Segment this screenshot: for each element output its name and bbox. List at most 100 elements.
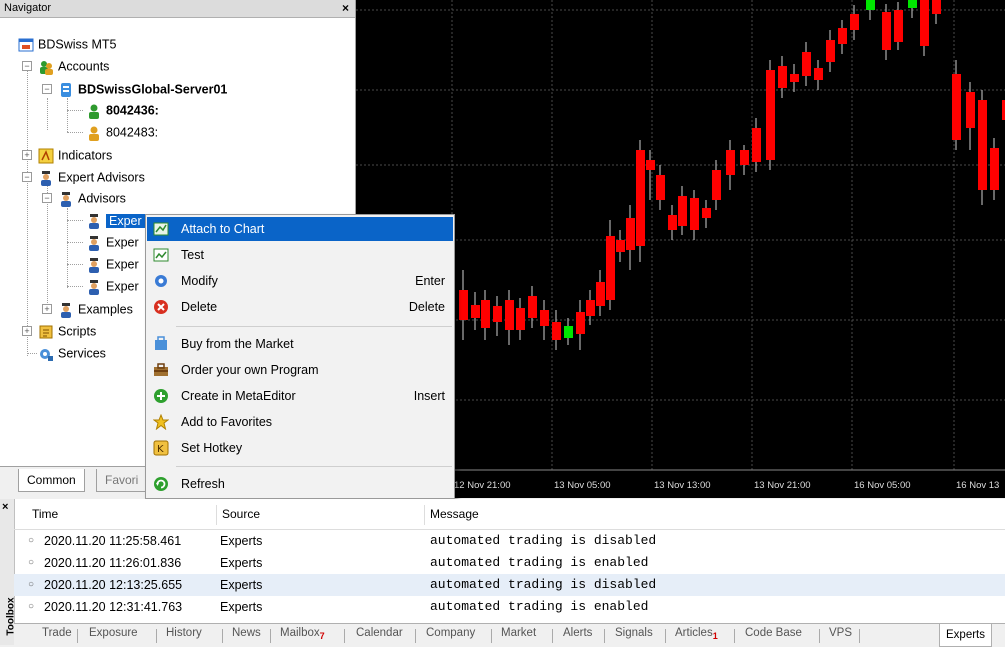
tab-news[interactable]: News [232, 627, 261, 639]
tree-item-bdswiss-mt5[interactable]: BDSwiss MT5 [18, 34, 116, 54]
column-separator[interactable] [216, 505, 217, 525]
tab-separator [344, 629, 345, 643]
collapse-toggle[interactable]: − [22, 61, 32, 71]
tree-item-examples[interactable]: Examples [58, 299, 133, 319]
time-axis-label: 12 Nov 21:00 [454, 480, 511, 491]
candle-body [726, 150, 735, 175]
candle-body [552, 322, 561, 340]
menu-item-create-in-metaeditor[interactable]: Create in MetaEditor Insert [147, 384, 453, 408]
toolbox-side-bar: × Toolbox [0, 499, 17, 645]
tree-line [47, 185, 48, 309]
tree-item-expert-1[interactable]: Exper [86, 210, 145, 230]
tab-company[interactable]: Company [426, 627, 475, 639]
tab-experts[interactable]: Experts [939, 624, 992, 647]
expert-icon [86, 279, 102, 295]
delete-icon [153, 299, 169, 315]
collapse-toggle[interactable]: − [22, 172, 32, 182]
candle-body [838, 28, 847, 44]
log-time: 2020.11.20 11:26:01.836 [44, 556, 182, 570]
tree-item-expert-2[interactable]: Exper [86, 232, 139, 252]
tree-item-account-1[interactable]: 8042436: [86, 100, 159, 120]
articles-badge: 1 [712, 631, 718, 641]
tab-favorites[interactable]: Favori [96, 469, 148, 492]
candle-body [516, 308, 525, 330]
order-icon [153, 362, 169, 378]
log-row[interactable]: ○ 2020.11.20 11:25:58.461 Experts automa… [14, 530, 1005, 552]
navigator-close-icon[interactable]: × [342, 1, 349, 15]
expand-toggle[interactable]: + [22, 150, 32, 160]
tab-articles[interactable]: Articles1 [675, 627, 718, 641]
tree-item-scripts[interactable]: Scripts [38, 321, 96, 341]
toolbox-close-icon[interactable]: × [2, 501, 8, 513]
tree-item-expert-advisors[interactable]: Expert Advisors [38, 167, 145, 187]
menu-item-order-own-program[interactable]: Order your own Program [147, 358, 453, 382]
log-row[interactable]: ○ 2020.11.20 12:13:25.655 Experts automa… [14, 574, 1005, 596]
tree-line [67, 110, 83, 111]
tab-common[interactable]: Common [18, 469, 85, 492]
tab-alerts[interactable]: Alerts [563, 627, 592, 639]
tab-separator [665, 629, 666, 643]
menu-item-buy-from-market[interactable]: Buy from the Market [147, 332, 453, 356]
candle-body [752, 128, 761, 162]
tree-item-server[interactable]: BDSwissGlobal-Server01 [58, 79, 227, 99]
tab-mailbox[interactable]: Mailbox7 [280, 627, 325, 641]
tree-item-account-2[interactable]: 8042483: [86, 122, 158, 142]
tree-item-indicators[interactable]: Indicators [38, 145, 112, 165]
log-row[interactable]: ○ 2020.11.20 12:31:41.763 Experts automa… [14, 596, 1005, 618]
column-separator[interactable] [424, 505, 425, 525]
tree-line [27, 64, 28, 356]
tab-separator [156, 629, 157, 643]
navigator-title-bar: Navigator × [0, 0, 355, 18]
menu-item-set-hotkey[interactable]: K Set Hotkey [147, 436, 453, 460]
tab-market[interactable]: Market [501, 627, 536, 639]
time-axis-label: 13 Nov 13:00 [654, 480, 711, 491]
tab-code-base[interactable]: Code Base [745, 627, 802, 639]
menu-item-refresh[interactable]: Refresh [147, 472, 453, 496]
menu-item-test[interactable]: Test [147, 243, 453, 267]
refresh-icon [153, 476, 169, 492]
menu-separator [176, 466, 452, 467]
expand-toggle[interactable]: + [42, 304, 52, 314]
candle-body [626, 218, 635, 250]
menu-item-delete[interactable]: Delete Delete [147, 295, 453, 319]
column-header-source[interactable]: Source [222, 507, 260, 521]
column-header-message[interactable]: Message [430, 507, 479, 521]
candle-body [932, 0, 941, 14]
log-source: Experts [220, 578, 263, 592]
menu-item-attach-to-chart[interactable]: Attach to Chart [147, 217, 453, 241]
menu-item-modify[interactable]: Modify Enter [147, 269, 453, 293]
tab-trade[interactable]: Trade [42, 627, 72, 639]
expand-toggle[interactable]: + [22, 326, 32, 336]
log-time: 2020.11.20 12:31:41.763 [44, 600, 183, 614]
column-header-time[interactable]: Time [32, 507, 58, 521]
time-axis-label: 16 Nov 05:00 [854, 480, 911, 491]
candle-body [712, 170, 721, 200]
tree-item-expert-3[interactable]: Exper [86, 254, 139, 274]
tab-calendar[interactable]: Calendar [356, 627, 403, 639]
tree-item-accounts[interactable]: Accounts [38, 56, 109, 76]
tab-separator [819, 629, 820, 643]
tree-item-services[interactable]: Services [38, 343, 106, 363]
tree-item-advisors[interactable]: Advisors [58, 188, 126, 208]
log-time: 2020.11.20 12:13:25.655 [44, 578, 183, 592]
tab-history[interactable]: History [166, 627, 202, 639]
candle-body [540, 310, 549, 326]
menu-separator [176, 326, 452, 327]
svg-text:K: K [157, 444, 164, 455]
tab-signals[interactable]: Signals [615, 627, 653, 639]
log-row[interactable]: ○ 2020.11.20 11:26:01.836 Experts automa… [14, 552, 1005, 574]
time-axis-label: 16 Nov 13 [956, 480, 1000, 491]
account-yellow-icon [86, 125, 102, 141]
tab-vps[interactable]: VPS [829, 627, 852, 639]
candle-body [920, 0, 929, 46]
time-axis-label: 13 Nov 21:00 [754, 480, 811, 491]
tree-item-expert-4[interactable]: Exper [86, 276, 139, 296]
tree-line [27, 353, 37, 354]
menu-item-add-to-favorites[interactable]: Add to Favorites [147, 410, 453, 434]
tab-separator [77, 629, 78, 643]
candle-body [459, 290, 468, 320]
tab-exposure[interactable]: Exposure [89, 627, 138, 639]
collapse-toggle[interactable]: − [42, 193, 52, 203]
candle-body [690, 198, 699, 230]
collapse-toggle[interactable]: − [42, 84, 52, 94]
